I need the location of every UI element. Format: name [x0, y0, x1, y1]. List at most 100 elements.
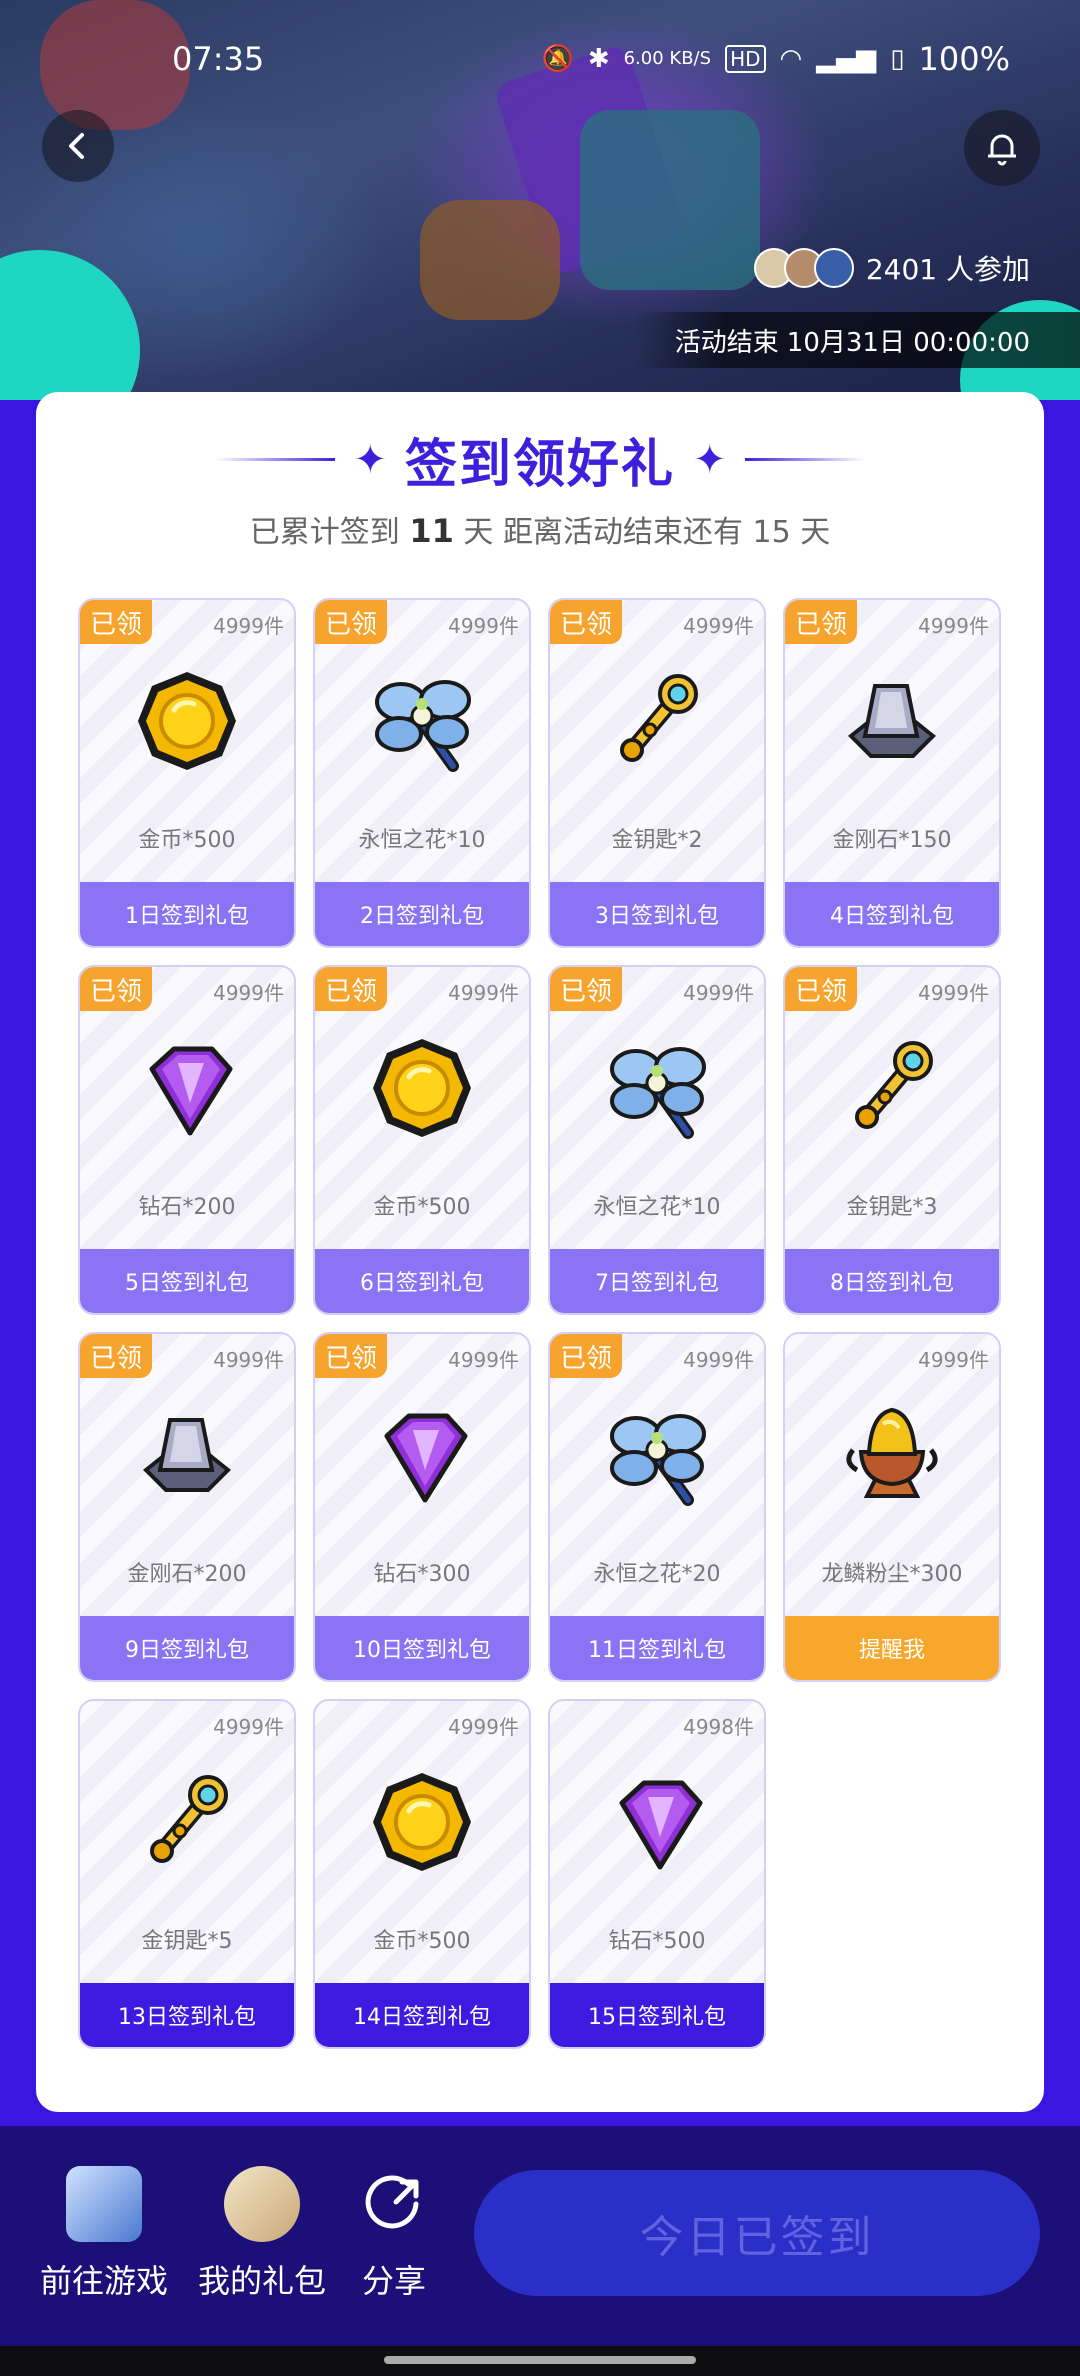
share-button[interactable]: 分享: [356, 2166, 432, 2302]
stock-count: 4999件: [448, 614, 519, 638]
claimed-badge: 已领: [550, 1334, 622, 1378]
reward-name: 金币*500: [373, 1929, 471, 1954]
sparkle-icon: ✦: [693, 436, 727, 483]
checkin-button[interactable]: 今日已签到: [474, 2170, 1040, 2296]
gift-pack-button[interactable]: 4日签到礼包: [785, 882, 999, 946]
title-divider: [744, 458, 865, 461]
gift-card[interactable]: 已领 4999件金钥匙*3 8日签到礼包: [783, 965, 1001, 1315]
gift-card[interactable]: 4999件龙鳞粉尘*300 提醒我: [783, 1332, 1001, 1682]
gift-pack-button[interactable]: 3日签到礼包: [550, 882, 764, 946]
gift-card[interactable]: 已领 4999件 金钥匙*2 3日签到礼包: [548, 598, 766, 948]
gift-card[interactable]: 已领 4999件 永恒之花*10 2日签到礼包: [313, 598, 531, 948]
stock-count: 4999件: [448, 1715, 519, 1739]
gift-card[interactable]: 已领 4999件钻石*300 10日签到礼包: [313, 1332, 531, 1682]
gift-pack-button[interactable]: 1日签到礼包: [80, 882, 294, 946]
reward-name: 龙鳞粉尘*300: [821, 1562, 963, 1587]
checkin-card: ✦ 签到领好礼 ✦ 已累计签到 11 天 距离活动结束还有 15 天 已领 499…: [36, 392, 1044, 2112]
title-row: ✦ 签到领好礼 ✦: [36, 422, 1044, 497]
back-button[interactable]: [42, 110, 114, 182]
gift-pack-button[interactable]: 14日签到礼包: [315, 1983, 529, 2047]
wifi-icon: ◠: [779, 44, 803, 74]
stock-count: 4999件: [213, 1715, 284, 1739]
banner-art: [580, 110, 760, 290]
status-time: 07:35: [172, 40, 265, 78]
gift-card[interactable]: 4999件 金钥匙*5 13日签到礼包: [78, 1699, 296, 2049]
gift-pack-button[interactable]: 11日签到礼包: [550, 1616, 764, 1680]
dragon-scale-dust-icon: [837, 1400, 947, 1510]
stock-count: 4999件: [448, 1348, 519, 1372]
gift-card[interactable]: 4999件金币*500 14日签到礼包: [313, 1699, 531, 2049]
bluetooth-icon: ✱: [587, 44, 610, 74]
home-indicator: [0, 2346, 1080, 2376]
stock-count: 4999件: [683, 614, 754, 638]
banner-art: [420, 200, 560, 320]
title-divider: [215, 458, 336, 461]
mute-icon: 🔕: [541, 44, 574, 74]
bell-icon: [988, 134, 1016, 166]
gift-card[interactable]: 已领 4999件 金刚石*150 4日签到礼包: [783, 598, 1001, 948]
claimed-badge: 已领: [315, 1334, 387, 1378]
gift-pack-button[interactable]: 5日签到礼包: [80, 1249, 294, 1313]
claimed-badge: 已领: [80, 1334, 152, 1378]
home-indicator-pill: [384, 2356, 696, 2364]
claimed-badge: 已领: [785, 967, 857, 1011]
claimed-badge: 已领: [80, 600, 152, 644]
gift-pack-button[interactable]: 2日签到礼包: [315, 882, 529, 946]
battery-icon: ▯: [890, 44, 905, 74]
gold-coin-icon: [367, 1033, 477, 1143]
signed-days: 11: [409, 512, 454, 550]
goto-game-label: 前往游戏: [40, 2262, 169, 2300]
stock-count: 4999件: [918, 1348, 989, 1372]
bottom-bar: 前往游戏 我的礼包 分享 今日已签到: [0, 2126, 1080, 2346]
claimed-badge: 已领: [315, 967, 387, 1011]
gift-pack-button[interactable]: 7日签到礼包: [550, 1249, 764, 1313]
gift-card[interactable]: 已领 4999件 钻石*200 5日签到礼包: [78, 965, 296, 1315]
banner-art: [40, 0, 190, 130]
reward-name: 钻石*300: [373, 1562, 471, 1587]
claimed-badge: 已领: [315, 600, 387, 644]
eternal-flower-icon: [367, 666, 477, 776]
gift-card[interactable]: 已领 4999件 金刚石*200 9日签到礼包: [78, 1332, 296, 1682]
reward-name: 金刚石*150: [832, 828, 952, 853]
share-label: 分享: [361, 2262, 426, 2300]
banner-art: [0, 250, 140, 400]
eternal-flower-icon: [602, 1033, 712, 1143]
share-icon: [356, 2166, 432, 2242]
stock-count: 4999件: [918, 614, 989, 638]
status-icons: 🔕 ✱ 6.00 KB/S HD ◠ ▂▄▆ ▯ 100%: [541, 40, 1010, 78]
diamond-icon: [602, 1767, 712, 1877]
gift-card[interactable]: 已领 4999件 金币*500 1日签到礼包: [78, 598, 296, 948]
gift-pack-button[interactable]: 8日签到礼包: [785, 1249, 999, 1313]
stock-count: 4999件: [448, 981, 519, 1005]
golden-key-icon: [602, 666, 712, 776]
gift-grid: 已领 4999件 金币*500 1日签到礼包 已领 4999件 永恒之花*10 2日签到礼包已…: [78, 598, 1001, 2049]
eternal-flower-icon: [602, 1400, 712, 1510]
hd-icon: HD: [725, 45, 766, 73]
checkin-summary: 已累计签到 11 天 距离活动结束还有 15 天: [36, 507, 1044, 551]
notification-button[interactable]: [964, 110, 1040, 186]
goto-game-button[interactable]: 前往游戏: [40, 2166, 168, 2302]
stock-count: 4998件: [683, 1715, 754, 1739]
gift-pack-button[interactable]: 10日签到礼包: [315, 1616, 529, 1680]
gift-pack-button[interactable]: 9日签到礼包: [80, 1616, 294, 1680]
gift-card[interactable]: 4998件 钻石*500 15日签到礼包: [548, 1699, 766, 2049]
stock-count: 4999件: [918, 981, 989, 1005]
summary-suffix: 天 距离活动结束还有 15 天: [463, 515, 831, 550]
claimed-badge: 已领: [550, 967, 622, 1011]
gift-card[interactable]: 已领 4999件 金币*500 6日签到礼包: [313, 965, 531, 1315]
reward-name: 永恒之花*20: [593, 1562, 721, 1587]
gift-card[interactable]: 已领 4999件永恒之花*20 11日签到礼包: [548, 1332, 766, 1682]
my-gifts-button[interactable]: 我的礼包: [198, 2166, 326, 2302]
gift-pack-button[interactable]: 15日签到礼包: [550, 1983, 764, 2047]
gift-pack-button[interactable]: 13日签到礼包: [80, 1983, 294, 2047]
remind-me-button[interactable]: 提醒我: [785, 1616, 999, 1680]
reward-name: 金钥匙*3: [846, 1195, 938, 1220]
stock-count: 4999件: [683, 1348, 754, 1372]
diamond-icon: [132, 1033, 242, 1143]
reward-name: 金钥匙*2: [611, 828, 703, 853]
diamond-icon: [367, 1400, 477, 1510]
signal-icon: ▂▄▆: [816, 44, 877, 74]
gift-pack-button[interactable]: 6日签到礼包: [315, 1249, 529, 1313]
gift-card[interactable]: 已领 4999件 永恒之花*10 7日签到礼包: [548, 965, 766, 1315]
golden-key-icon: [132, 1767, 242, 1877]
